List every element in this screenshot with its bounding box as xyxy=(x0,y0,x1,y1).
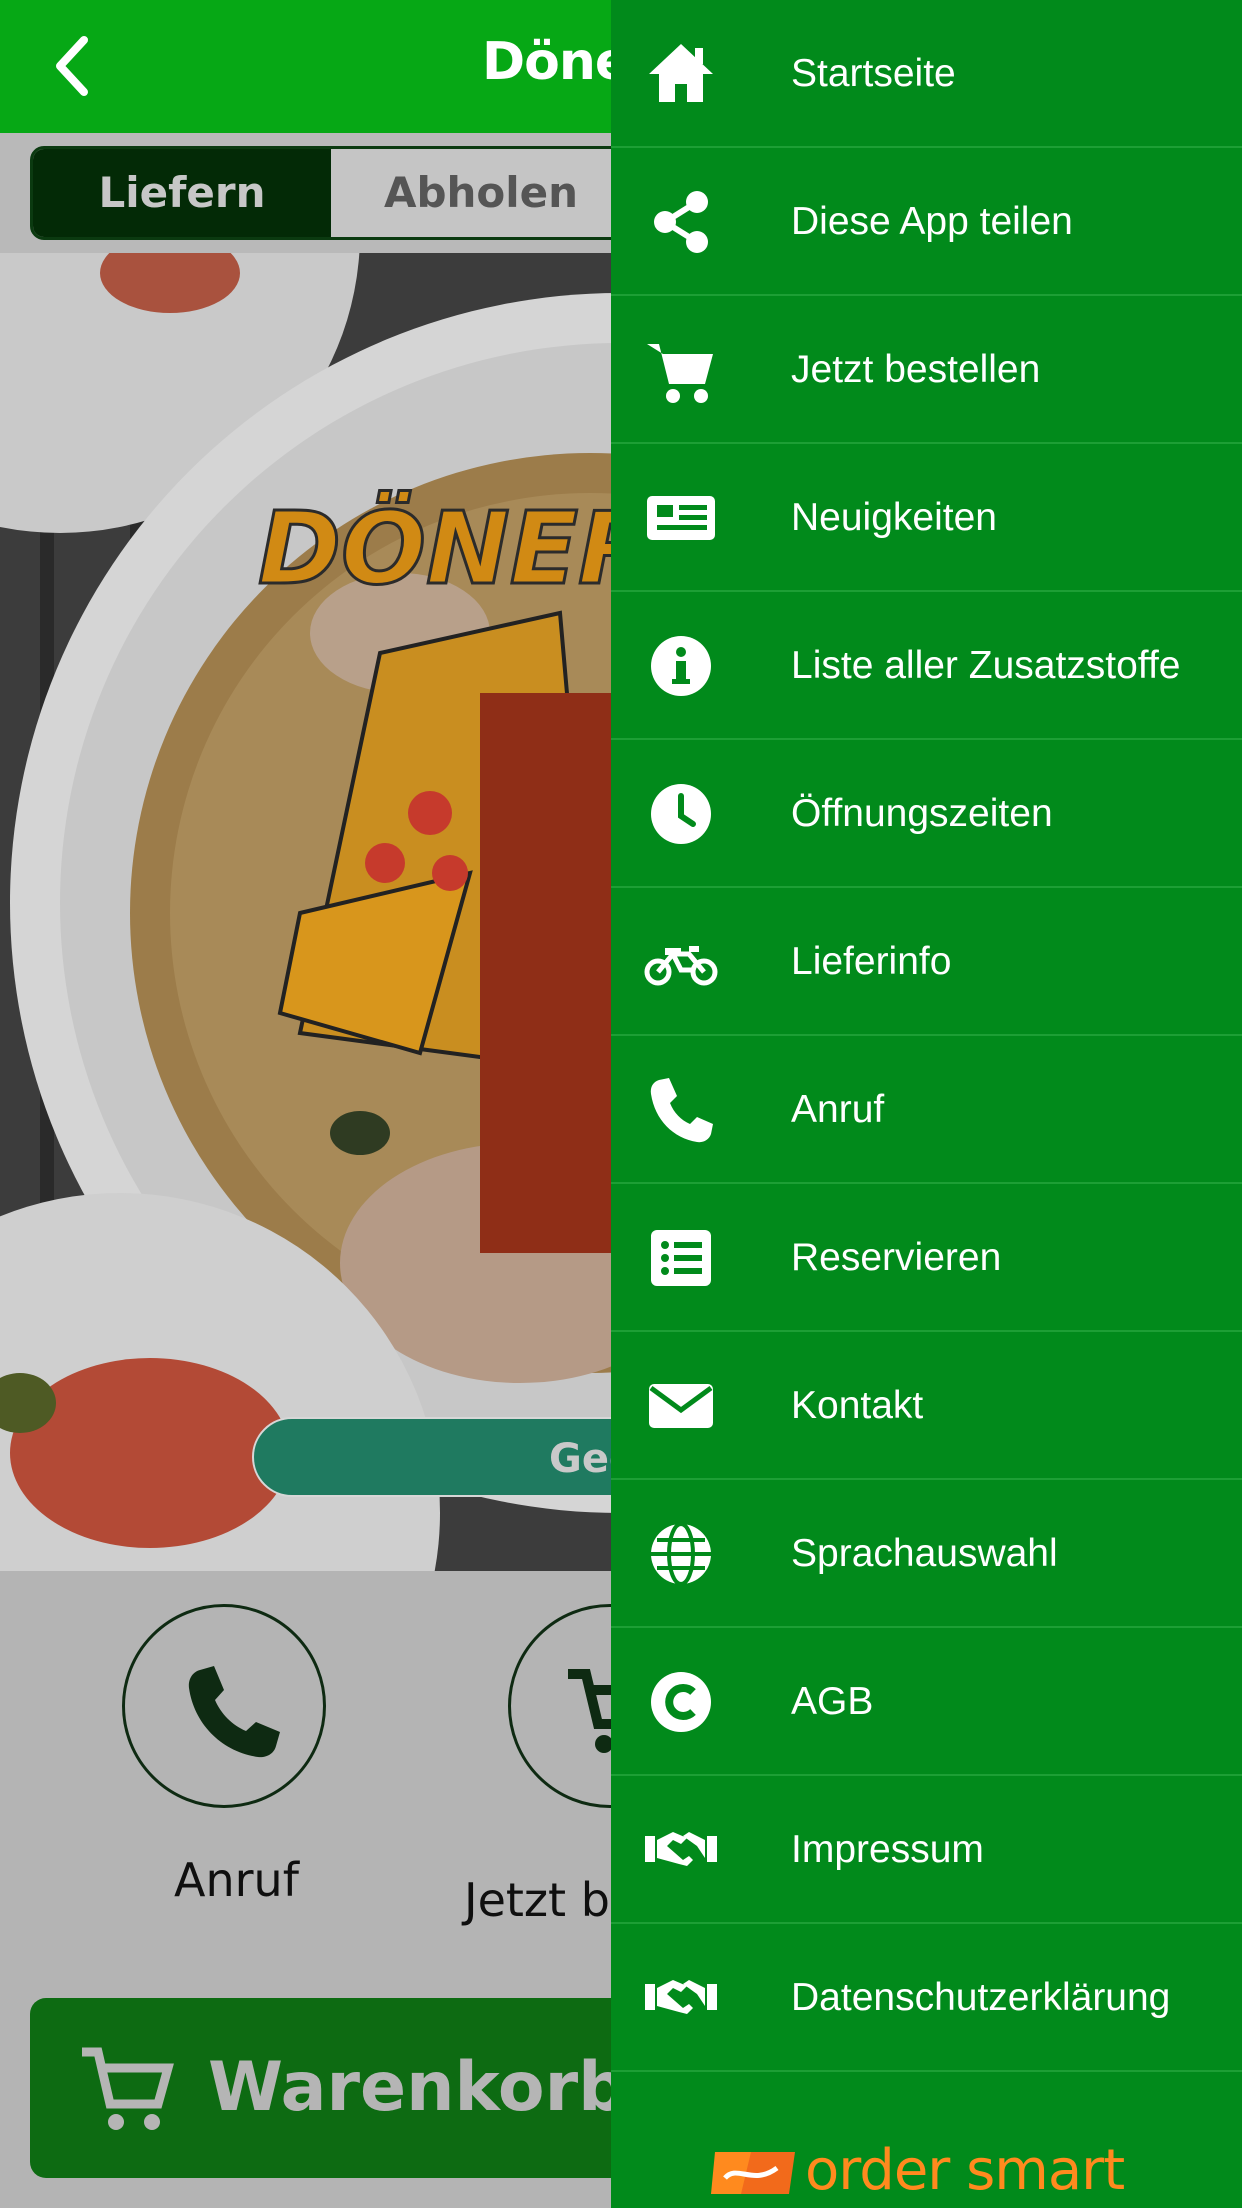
menu-item-sprachauswahl[interactable]: Sprachauswahl xyxy=(611,1480,1242,1628)
menu-item-oeffnungszeiten[interactable]: Öffnungszeiten xyxy=(611,740,1242,888)
envelope-icon xyxy=(643,1368,719,1444)
menu-label: Impressum xyxy=(791,1828,984,1871)
menu-label: Diese App teilen xyxy=(791,200,1073,243)
menu-label: Reservieren xyxy=(791,1236,1002,1279)
copyright-icon xyxy=(643,1664,719,1740)
menu-label: Jetzt bestellen xyxy=(791,348,1041,391)
menu-label: Neuigkeiten xyxy=(791,496,997,539)
toggle-abholen[interactable]: Abholen xyxy=(331,149,631,237)
home-icon xyxy=(643,36,719,112)
menu-label: Anruf xyxy=(791,1088,885,1131)
newspaper-icon xyxy=(643,480,719,556)
menu-item-bestellen[interactable]: Jetzt bestellen xyxy=(611,296,1242,444)
menu-item-agb[interactable]: AGB xyxy=(611,1628,1242,1776)
menu-item-kontakt[interactable]: Kontakt xyxy=(611,1332,1242,1480)
menu-label: AGB xyxy=(791,1680,874,1723)
order-action-label: Jetzt b xyxy=(464,1873,610,1927)
menu-item-teilen[interactable]: Diese App teilen xyxy=(611,148,1242,296)
back-arrow-icon[interactable] xyxy=(40,30,112,102)
logo-text: order smart xyxy=(805,2138,1125,2203)
order-smart-logo: order smart xyxy=(711,2134,1131,2208)
menu-label: Kontakt xyxy=(791,1384,924,1427)
cart-icon xyxy=(82,2047,174,2130)
phone-icon xyxy=(188,1666,280,1758)
menu-label: Startseite xyxy=(791,52,956,95)
menu-item-zusatzstoffe[interactable]: Liste aller Zusatzstoffe xyxy=(611,592,1242,740)
menu-label: Öffnungszeiten xyxy=(791,792,1053,835)
clock-icon xyxy=(643,776,719,852)
toggle-liefern[interactable]: Liefern xyxy=(33,149,331,237)
menu-item-lieferinfo[interactable]: Lieferinfo xyxy=(611,888,1242,1036)
share-icon xyxy=(643,184,719,260)
motorcycle-icon xyxy=(643,924,719,1000)
list-icon xyxy=(643,1220,719,1296)
handshake-icon xyxy=(643,1960,719,2036)
globe-icon xyxy=(643,1516,719,1592)
cart-icon xyxy=(643,332,719,408)
menu-label: Lieferinfo xyxy=(791,940,952,983)
cart-label: Warenkorb xyxy=(208,2048,627,2127)
menu-item-reservieren[interactable]: Reservieren xyxy=(611,1184,1242,1332)
order-smart-logo-mark xyxy=(711,2152,795,2194)
phone-icon xyxy=(643,1072,719,1148)
call-action-button[interactable] xyxy=(122,1604,326,1808)
hero-logo-text: DÖNER xyxy=(258,490,655,607)
handshake-icon xyxy=(643,1812,719,1888)
menu-item-startseite[interactable]: Startseite xyxy=(611,0,1242,148)
side-drawer: Startseite Diese App teilen Jetzt bestel… xyxy=(611,0,1242,2208)
menu-label: Datenschutzerklärung xyxy=(791,1976,1171,2019)
menu-item-datenschutz[interactable]: Datenschutzerklärung xyxy=(611,1924,1242,2072)
info-icon xyxy=(643,628,719,704)
menu-label: Liste aller Zusatzstoffe xyxy=(791,644,1181,687)
menu-item-neuigkeiten[interactable]: Neuigkeiten xyxy=(611,444,1242,592)
call-action-label: Anruf xyxy=(174,1853,299,1907)
menu-label: Sprachauswahl xyxy=(791,1532,1058,1575)
menu-item-anruf[interactable]: Anruf xyxy=(611,1036,1242,1184)
menu-item-impressum[interactable]: Impressum xyxy=(611,1776,1242,1924)
